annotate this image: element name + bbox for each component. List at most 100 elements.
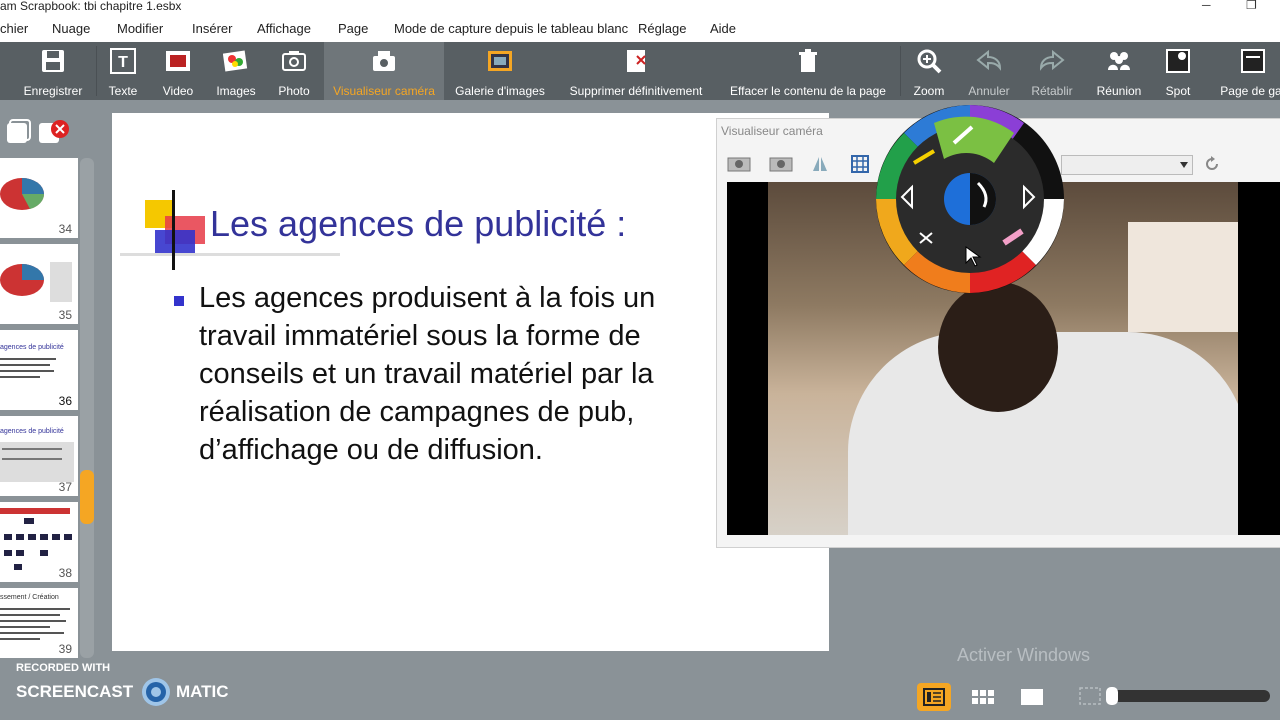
thumbnail-scrollbar[interactable] (80, 158, 94, 658)
slide-thumbnail[interactable]: 35 (0, 244, 78, 324)
gallery-button[interactable]: Galerie d'images (452, 42, 548, 100)
brand-right: MATIC (176, 682, 229, 701)
minimize-button[interactable]: ─ (1202, 0, 1211, 12)
menu-page[interactable]: Page (338, 21, 368, 36)
redo-icon (1039, 49, 1065, 71)
zoom-slider-track[interactable] (1110, 690, 1270, 702)
thumbnail-pie-chart (0, 178, 45, 210)
save-icon (42, 50, 64, 72)
video-button[interactable]: Video (154, 42, 202, 100)
clear-page-label: Effacer le contenu de la page (730, 84, 886, 98)
scrollbar-thumb[interactable] (80, 470, 94, 524)
thumbnail-number: 36 (58, 394, 72, 408)
spot-label: Spot (1165, 84, 1191, 98)
capture-frame-icon[interactable] (769, 155, 799, 173)
thumbnail-number: 37 (58, 480, 72, 494)
menu-fichier[interactable]: chier (0, 21, 28, 36)
delete-permanently-button[interactable]: Supprimer définitivement (562, 42, 710, 100)
main-toolbar: Enregistrer T Texte Video Images Photo V… (0, 42, 1280, 100)
menu-inserer[interactable]: Insérer (192, 21, 232, 36)
menu-reglage[interactable]: Réglage (638, 21, 686, 36)
spotlight-icon (1166, 49, 1190, 73)
single-page-icon (1021, 689, 1043, 705)
list-view-icon (923, 688, 945, 706)
save-label: Enregistrer (23, 84, 83, 98)
images-label: Images (216, 84, 256, 98)
single-page-view-button[interactable] (1015, 683, 1049, 711)
meeting-label: Réunion (1096, 84, 1142, 98)
redo-button[interactable]: Rétablir (1026, 42, 1078, 100)
photo-label: Photo (278, 84, 310, 98)
save-button[interactable]: Enregistrer (16, 42, 90, 100)
menu-modifier[interactable]: Modifier (117, 21, 163, 36)
cover-page-icon (1241, 49, 1265, 73)
camera-viewer-button[interactable]: Visualiseur caméra (324, 42, 444, 100)
delete-permanently-label: Supprimer définitivement (569, 84, 703, 98)
slide-thumbnail[interactable]: ssement / Création 39 (0, 588, 78, 658)
trash-icon (799, 49, 817, 72)
menu-nuage[interactable]: Nuage (52, 21, 90, 36)
spot-button[interactable]: Spot (1156, 42, 1200, 100)
camera-viewer-label: Visualiseur caméra (333, 84, 435, 98)
title-bar: am Scrapbook: tbi chapitre 1.esbx ─ ❐ (0, 0, 1280, 14)
capture-camera-icon[interactable] (727, 155, 757, 173)
text-label: Texte (108, 84, 138, 98)
thumbnail-number: 34 (58, 222, 72, 236)
pages-stack-icon[interactable] (6, 118, 34, 144)
slide-thumbnail[interactable]: 38 (0, 502, 78, 582)
undo-button[interactable]: Annuler (962, 42, 1016, 100)
zoom-icon (917, 49, 942, 74)
document-camera-icon (373, 51, 395, 71)
activate-windows-watermark: Activer Windows (957, 645, 1091, 665)
chevron-down-icon (1180, 162, 1188, 168)
thumbnail-caption: ssement / Création (0, 594, 59, 601)
text-button[interactable]: T Texte (100, 42, 146, 100)
slide-thumbnail[interactable]: 34 (0, 158, 78, 238)
thumbnail-text-block (0, 442, 74, 482)
slide-thumbnail[interactable]: agences de publicité 36 (0, 330, 78, 410)
refresh-icon[interactable] (1203, 155, 1221, 173)
gallery-label: Galerie d'images (455, 84, 545, 98)
thumbnail-text-lines (0, 608, 70, 640)
camera-source-select[interactable] (1061, 155, 1193, 175)
video-label: Video (162, 84, 194, 98)
thumbnail-number: 39 (58, 642, 72, 656)
cover-page-label: Page de gar (1220, 84, 1280, 98)
grid-icon[interactable] (851, 155, 869, 173)
zoom-slider-handle[interactable] (1106, 687, 1118, 705)
thumbnail-text-lines (0, 358, 56, 378)
zoom-button[interactable]: Zoom (906, 42, 952, 100)
screencast-logo-icon (142, 678, 170, 706)
menu-capture-mode[interactable]: Mode de capture depuis le tableau blanc (394, 21, 628, 36)
pen-radial-menu[interactable] (874, 103, 1066, 295)
photo-button[interactable]: Photo (272, 42, 316, 100)
mirror-icon[interactable] (811, 155, 829, 173)
recorded-with-label: RECORDED WITH (16, 662, 111, 674)
images-icon (223, 50, 248, 72)
images-button[interactable]: Images (210, 42, 262, 100)
close-page-icon[interactable] (38, 118, 70, 144)
meeting-icon (1108, 52, 1130, 70)
text-icon: T (110, 48, 136, 74)
zoom-fit-icon[interactable] (1078, 686, 1102, 706)
thumbnail-pie-chart (0, 262, 72, 302)
slide-thumbnail[interactable]: agences de publicité 37 (0, 416, 78, 496)
menu-aide[interactable]: Aide (710, 21, 736, 36)
thumbnail-caption: agences de publicité (0, 428, 64, 435)
maximize-button[interactable]: ❐ (1246, 0, 1257, 12)
window-title: am Scrapbook: tbi chapitre 1.esbx (0, 0, 182, 13)
zoom-label: Zoom (913, 84, 945, 98)
cover-page-button[interactable]: Page de gar (1210, 42, 1280, 100)
delete-page-icon (627, 50, 646, 72)
list-view-button[interactable] (917, 683, 951, 711)
grid-view-button[interactable] (966, 683, 1000, 711)
slide-body: Les agences produisent à la fois un trav… (199, 282, 656, 466)
thumbnail-number: 35 (58, 308, 72, 322)
brand-left: SCREENCAST (16, 682, 134, 701)
thumbnail-number: 38 (58, 566, 72, 580)
menu-affichage[interactable]: Affichage (257, 21, 311, 36)
slide-title: Les agences de publicité : (210, 203, 627, 244)
meeting-button[interactable]: Réunion (1090, 42, 1148, 100)
grid-view-icon (972, 690, 994, 704)
clear-page-button[interactable]: Effacer le contenu de la page (722, 42, 894, 100)
